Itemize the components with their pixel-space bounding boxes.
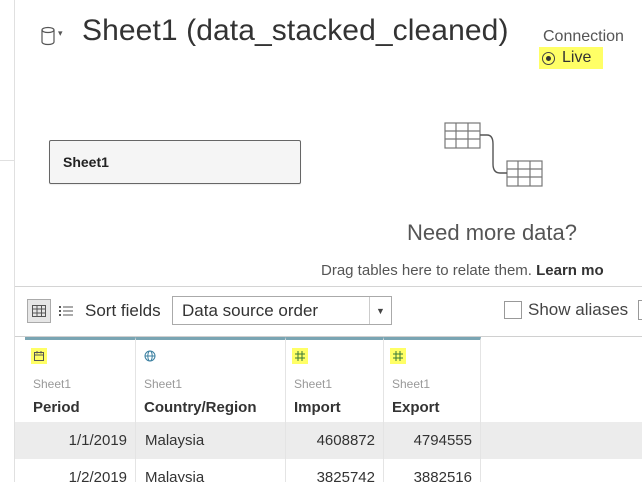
- left-gutter: [0, 0, 15, 482]
- column-name: Import: [294, 399, 341, 416]
- column-name: Country/Region: [144, 399, 257, 416]
- cell-import[interactable]: 4608872: [286, 422, 384, 459]
- table-row[interactable]: 1/2/2019 Malaysia 3825742 3882516: [15, 459, 642, 482]
- live-label: Live: [562, 49, 592, 66]
- column-source: Sheet1: [294, 377, 333, 391]
- table-row[interactable]: 1/1/2019 Malaysia 4608872 4794555: [15, 422, 642, 459]
- relate-tables-icon: [444, 122, 543, 187]
- cell-period[interactable]: 1/1/2019: [15, 422, 136, 459]
- connection-live-option[interactable]: Live: [539, 47, 603, 69]
- connection-label: Connection: [543, 28, 624, 45]
- learn-more-link[interactable]: Learn mo: [536, 262, 604, 279]
- number-icon[interactable]: [390, 348, 406, 364]
- chevron-down-icon[interactable]: ▼: [369, 297, 391, 324]
- column-source: Sheet1: [144, 377, 183, 391]
- column-header-period[interactable]: Sheet1 Period: [25, 337, 136, 422]
- list-icon: [59, 306, 73, 316]
- column-header-country-region[interactable]: Sheet1 Country/Region: [136, 337, 286, 422]
- canvas-table-label: Sheet1: [63, 154, 109, 170]
- globe-icon[interactable]: [142, 348, 158, 364]
- sort-fields-label: Sort fields: [85, 301, 161, 320]
- grid-icon: [32, 305, 46, 317]
- datasource-title[interactable]: Sheet1 (data_stacked_cleaned): [82, 14, 509, 48]
- show-aliases-checkbox[interactable]: [504, 301, 522, 319]
- column-header-import[interactable]: Sheet1 Import: [286, 337, 384, 422]
- column-name: Export: [392, 399, 440, 416]
- database-icon[interactable]: [40, 26, 56, 46]
- cell-import[interactable]: 3825742: [286, 459, 384, 482]
- sort-fields-value: Data source order: [182, 300, 319, 320]
- cell-export[interactable]: 3882516: [384, 459, 481, 482]
- column-header-export[interactable]: Sheet1 Export: [384, 337, 481, 422]
- need-more-data-heading: Need more data?: [407, 220, 577, 245]
- data-source-page: ▾ Sheet1 (data_stacked_cleaned) Connecti…: [0, 0, 642, 482]
- column-source: Sheet1: [392, 377, 431, 391]
- column-name: Period: [33, 399, 80, 416]
- live-radio-icon[interactable]: [542, 51, 555, 65]
- number-icon[interactable]: [292, 348, 308, 364]
- canvas-grid-divider[interactable]: [15, 286, 642, 287]
- drag-tables-hint: Drag tables here to relate them. Learn m…: [321, 262, 604, 279]
- datasource-menu-caret-icon[interactable]: ▾: [58, 28, 63, 39]
- calendar-icon[interactable]: [31, 348, 47, 364]
- column-source: Sheet1: [33, 377, 72, 391]
- sort-fields-dropdown[interactable]: Data source order ▼: [172, 296, 392, 325]
- grid-view-button[interactable]: [27, 299, 51, 323]
- list-view-button[interactable]: [58, 301, 74, 321]
- cell-country-region[interactable]: Malaysia: [136, 422, 286, 459]
- toolbar-clipped-control[interactable]: [638, 300, 642, 320]
- drag-hint-text: Drag tables here to relate them.: [321, 262, 532, 279]
- cell-period[interactable]: 1/2/2019: [15, 459, 136, 482]
- cell-country-region[interactable]: Malaysia: [136, 459, 286, 482]
- show-aliases-label[interactable]: Show aliases: [528, 300, 628, 320]
- cell-export[interactable]: 4794555: [384, 422, 481, 459]
- canvas-table-sheet1[interactable]: Sheet1: [49, 140, 301, 184]
- gutter-divider: [0, 160, 14, 161]
